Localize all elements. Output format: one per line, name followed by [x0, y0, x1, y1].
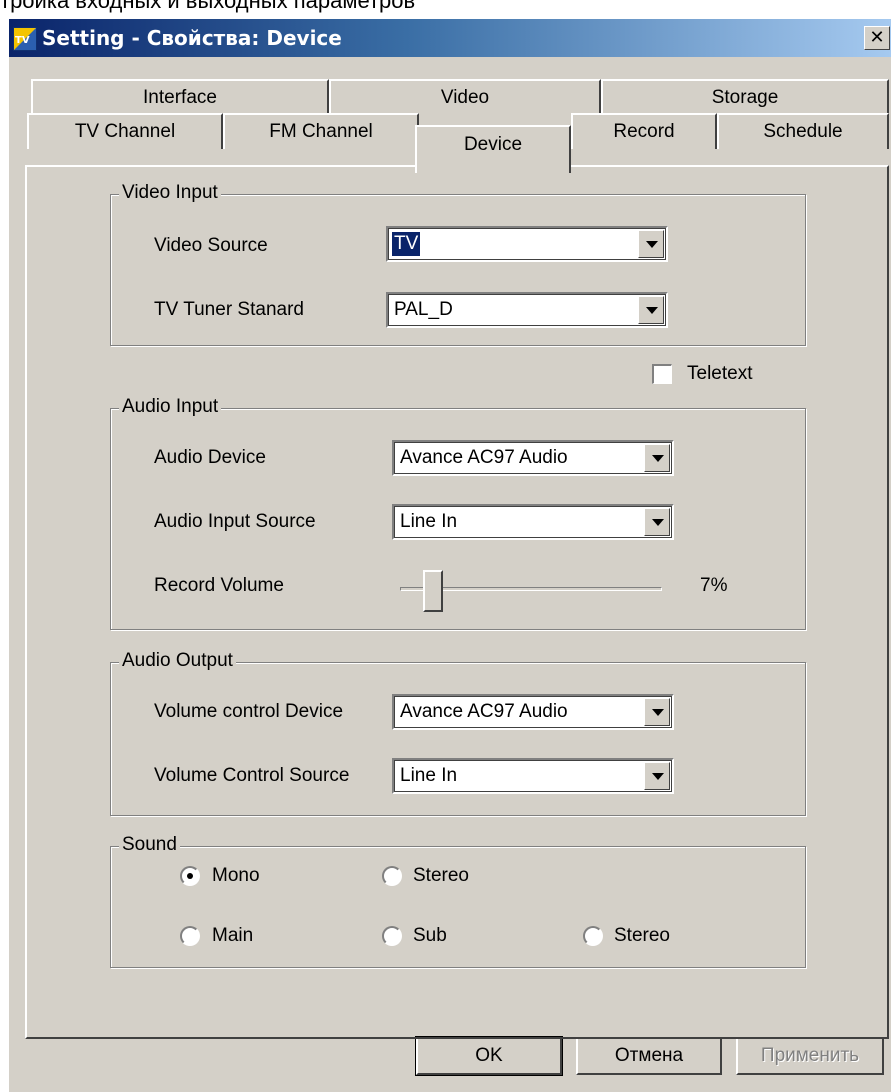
- tab-label: Schedule: [763, 121, 843, 142]
- page-caption: тройка входных и выходных параметров: [0, 0, 416, 13]
- tab-schedule[interactable]: Schedule: [717, 113, 889, 149]
- tab-tv-channel[interactable]: TV Channel: [27, 113, 223, 149]
- tab-label: Video: [440, 87, 490, 108]
- tab-record[interactable]: Record: [571, 113, 717, 149]
- tab-label: Storage: [711, 87, 779, 108]
- tv-app-icon: TV: [13, 27, 37, 51]
- tab-fm-channel[interactable]: FM Channel: [223, 113, 419, 149]
- close-button[interactable]: ✕: [864, 26, 890, 50]
- tab-label: Interface: [143, 87, 217, 108]
- device-tab-panel: [25, 165, 889, 1039]
- tab-label: TV Channel: [74, 121, 176, 142]
- window-title: Setting - Свойства: Device: [42, 26, 342, 50]
- tab-interface[interactable]: Interface: [31, 79, 329, 115]
- tab-device[interactable]: Device: [415, 125, 571, 173]
- ok-button[interactable]: OK: [415, 1036, 563, 1076]
- tab-label: Device: [463, 134, 523, 155]
- tab-video[interactable]: Video: [329, 79, 601, 115]
- app-icon-text: TV: [15, 35, 30, 46]
- cancel-button[interactable]: Отмена: [576, 1037, 722, 1075]
- tab-label: FM Channel: [269, 121, 373, 142]
- settings-dialog: TV Setting - Свойства: Device ✕ Interfac…: [8, 18, 891, 1092]
- apply-button[interactable]: Применить: [736, 1037, 884, 1075]
- close-icon: ✕: [869, 27, 885, 48]
- tab-label: Record: [613, 121, 675, 142]
- title-bar[interactable]: TV Setting - Свойства: Device ✕: [9, 19, 891, 57]
- tab-storage[interactable]: Storage: [601, 79, 889, 115]
